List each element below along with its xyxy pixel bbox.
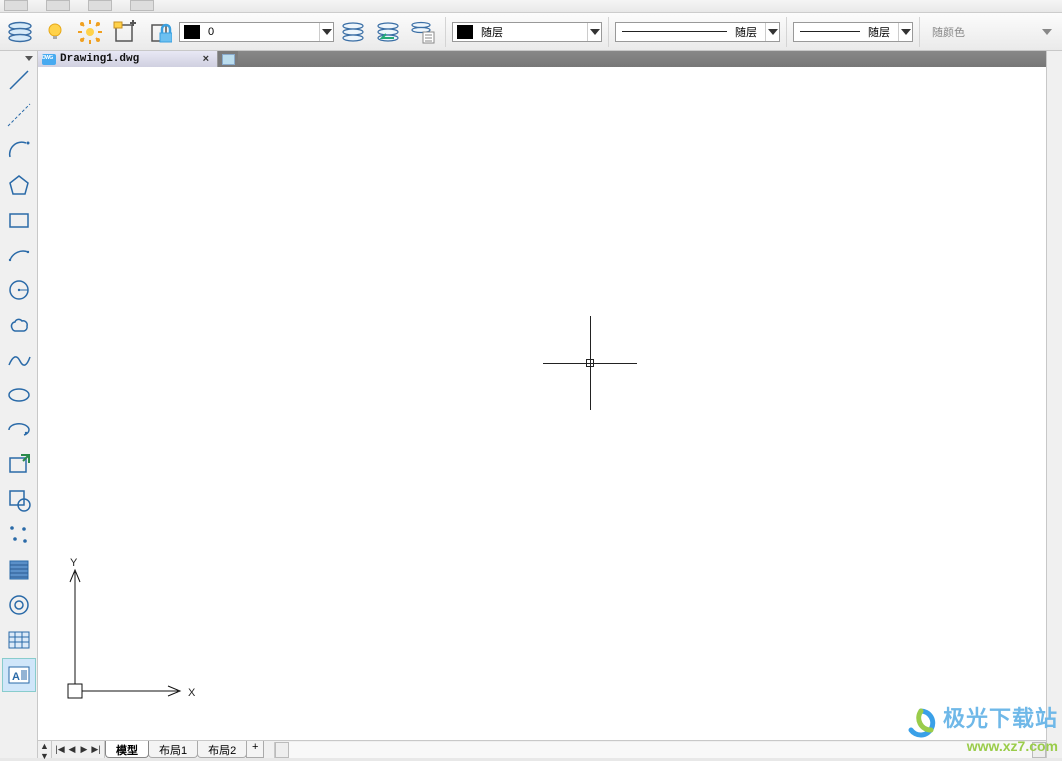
ellipse-tool[interactable] <box>2 378 36 412</box>
lineweight-dropdown[interactable]: 随层 <box>793 22 913 42</box>
layer-properties-icon[interactable] <box>4 16 36 48</box>
layer-value: 0 <box>204 26 218 38</box>
add-layout-button[interactable]: + <box>246 741 264 758</box>
nav-next-icon[interactable]: ▶ <box>78 743 90 757</box>
tab-layout1[interactable]: 布局1 <box>148 741 198 758</box>
make-block-tool[interactable] <box>2 483 36 517</box>
text-tool[interactable]: A <box>2 658 36 692</box>
draw-tool-palette: A <box>0 51 38 758</box>
plotstyle-dropdown[interactable]: 随颜色 <box>926 22 1058 42</box>
nav-first-icon[interactable]: |◀ <box>54 743 66 757</box>
dwg-file-icon <box>42 54 56 65</box>
layer-previous-icon[interactable] <box>372 16 404 48</box>
layout-nav: |◀ ◀ ▶ ▶| <box>52 741 105 758</box>
lock-layer-icon[interactable] <box>144 16 176 48</box>
layer-list-icon[interactable] <box>407 16 439 48</box>
layer-dropdown[interactable]: 0 <box>179 22 334 42</box>
spline-tool[interactable] <box>2 343 36 377</box>
sun-freeze-icon[interactable] <box>74 16 106 48</box>
new-layer-icon[interactable] <box>109 16 141 48</box>
insert-block-tool[interactable] <box>2 448 36 482</box>
tab-model[interactable]: 模型 <box>105 741 149 758</box>
ucs-y-label: Y <box>70 557 78 569</box>
nav-last-icon[interactable]: ▶| <box>90 743 102 757</box>
layout-tab-bar: ▲ ▼ |◀ ◀ ▶ ▶| 模型 布局1 布局2 + <box>38 740 1046 758</box>
line-tool[interactable] <box>2 63 36 97</box>
ucs-x-label: X <box>188 687 196 699</box>
linetype-label: 随层 <box>733 24 765 40</box>
color-bylayer-label: 随层 <box>477 24 507 40</box>
rectangle-tool[interactable] <box>2 203 36 237</box>
layout-tabs: 模型 布局1 布局2 + <box>105 741 264 758</box>
toolbar-icon[interactable] <box>88 0 112 11</box>
layer-toolbar: 0 随层 随层 随层 随颜色 <box>0 13 1062 51</box>
vertical-scrollbar[interactable] <box>1046 51 1062 758</box>
point-tool[interactable] <box>2 518 36 552</box>
chevron-down-icon[interactable] <box>1042 29 1052 35</box>
svg-text:A: A <box>12 671 20 683</box>
main-area: A Drawing1.dwg × <box>0 51 1062 758</box>
hatch-tool[interactable] <box>2 553 36 587</box>
revision-cloud-tool[interactable] <box>2 308 36 342</box>
linetype-dropdown[interactable]: 随层 <box>615 22 780 42</box>
lineweight-sample <box>800 31 860 32</box>
table-tool[interactable] <box>2 623 36 657</box>
palette-dropdown-icon[interactable] <box>2 53 36 63</box>
construction-line-tool[interactable] <box>2 98 36 132</box>
scroll-right-icon[interactable] <box>1032 742 1046 758</box>
plotstyle-label: 随颜色 <box>932 24 965 40</box>
chevron-down-icon[interactable] <box>587 23 601 41</box>
chevron-down-icon[interactable] <box>319 23 333 41</box>
file-tab[interactable]: Drawing1.dwg × <box>38 51 218 67</box>
arc-tool[interactable] <box>2 133 36 167</box>
arc-3point-tool[interactable] <box>2 238 36 272</box>
chevron-down-icon[interactable] <box>765 23 779 41</box>
workspace: Drawing1.dwg × Y X <box>38 51 1046 758</box>
layer-color-swatch <box>184 25 200 39</box>
lineweight-label: 随层 <box>866 24 898 40</box>
scroll-left-icon[interactable] <box>275 742 289 758</box>
close-tab-icon[interactable]: × <box>199 53 213 65</box>
toolbar-icon[interactable] <box>130 0 154 11</box>
drawing-canvas[interactable]: Y X <box>38 67 1046 740</box>
polygon-tool[interactable] <box>2 168 36 202</box>
color-dropdown[interactable]: 随层 <box>452 22 602 42</box>
nav-prev-icon[interactable]: ◀ <box>66 743 78 757</box>
file-name: Drawing1.dwg <box>60 53 139 65</box>
linetype-sample <box>622 31 727 32</box>
donut-tool[interactable] <box>2 588 36 622</box>
ellipse-arc-tool[interactable] <box>2 413 36 447</box>
toolbar-icon[interactable] <box>4 0 28 11</box>
tab-layout2[interactable]: 布局2 <box>197 741 247 758</box>
ucs-icon: Y X <box>54 552 214 712</box>
toolbar-icon[interactable] <box>46 0 70 11</box>
new-tab-button[interactable] <box>218 51 238 67</box>
circle-radius-tool[interactable] <box>2 273 36 307</box>
horizontal-scrollbar[interactable] <box>274 742 1046 758</box>
scroll-down-icon[interactable]: ▼ <box>39 751 51 761</box>
color-swatch <box>457 25 473 39</box>
scroll-up-icon[interactable]: ▲ <box>39 741 51 751</box>
lightbulb-icon[interactable] <box>39 16 71 48</box>
layer-states-icon[interactable] <box>337 16 369 48</box>
layout-scroll-nav: ▲ ▼ <box>38 741 52 758</box>
top-toolbar-strip <box>0 0 1062 13</box>
chevron-down-icon[interactable] <box>898 23 912 41</box>
document-tab-bar: Drawing1.dwg × <box>38 51 1046 67</box>
